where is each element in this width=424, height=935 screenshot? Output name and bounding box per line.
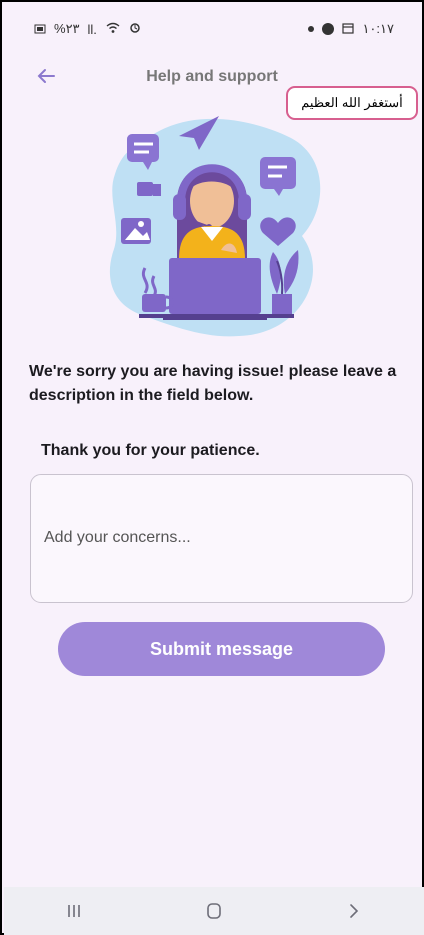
- back-icon: [350, 904, 359, 918]
- battery-icon: [34, 22, 46, 37]
- back-button[interactable]: [34, 64, 58, 88]
- issue-message: We're sorry you are having issue! please…: [29, 363, 397, 404]
- thanks-message: Thank you for your patience.: [41, 442, 260, 459]
- calendar-icon: [342, 22, 355, 37]
- support-illustration: [109, 116, 321, 337]
- submit-message-button[interactable]: Submit message: [58, 622, 385, 676]
- battery-percent: %٢٣: [54, 21, 80, 36]
- arrow-left-icon: [37, 69, 55, 83]
- recent-apps-icon: [68, 905, 80, 917]
- notification-dot-icon: [308, 26, 315, 32]
- messenger-icon: [322, 23, 335, 35]
- time-label: ١٠:١٧: [362, 21, 394, 36]
- recent-apps-button[interactable]: [54, 891, 94, 931]
- status-left: %٢٣ ll.: [34, 21, 141, 37]
- phone-screen: %٢٣ ll. ١٠:١٧ Help and support أستغفر ال: [0, 0, 424, 935]
- android-nav-bar: [4, 887, 424, 935]
- alarm-icon: [129, 22, 141, 37]
- wifi-icon: [105, 22, 121, 37]
- home-button[interactable]: [194, 891, 234, 931]
- status-right: ١٠:١٧: [308, 21, 394, 37]
- home-icon: [207, 903, 221, 919]
- status-bar: %٢٣ ll. ١٠:١٧: [2, 2, 422, 56]
- signal-icon: ll.: [87, 21, 97, 37]
- page-title: Help and support: [146, 68, 278, 85]
- concerns-input[interactable]: [42, 527, 401, 565]
- back-nav-button[interactable]: [334, 891, 374, 931]
- concerns-field[interactable]: [30, 474, 413, 603]
